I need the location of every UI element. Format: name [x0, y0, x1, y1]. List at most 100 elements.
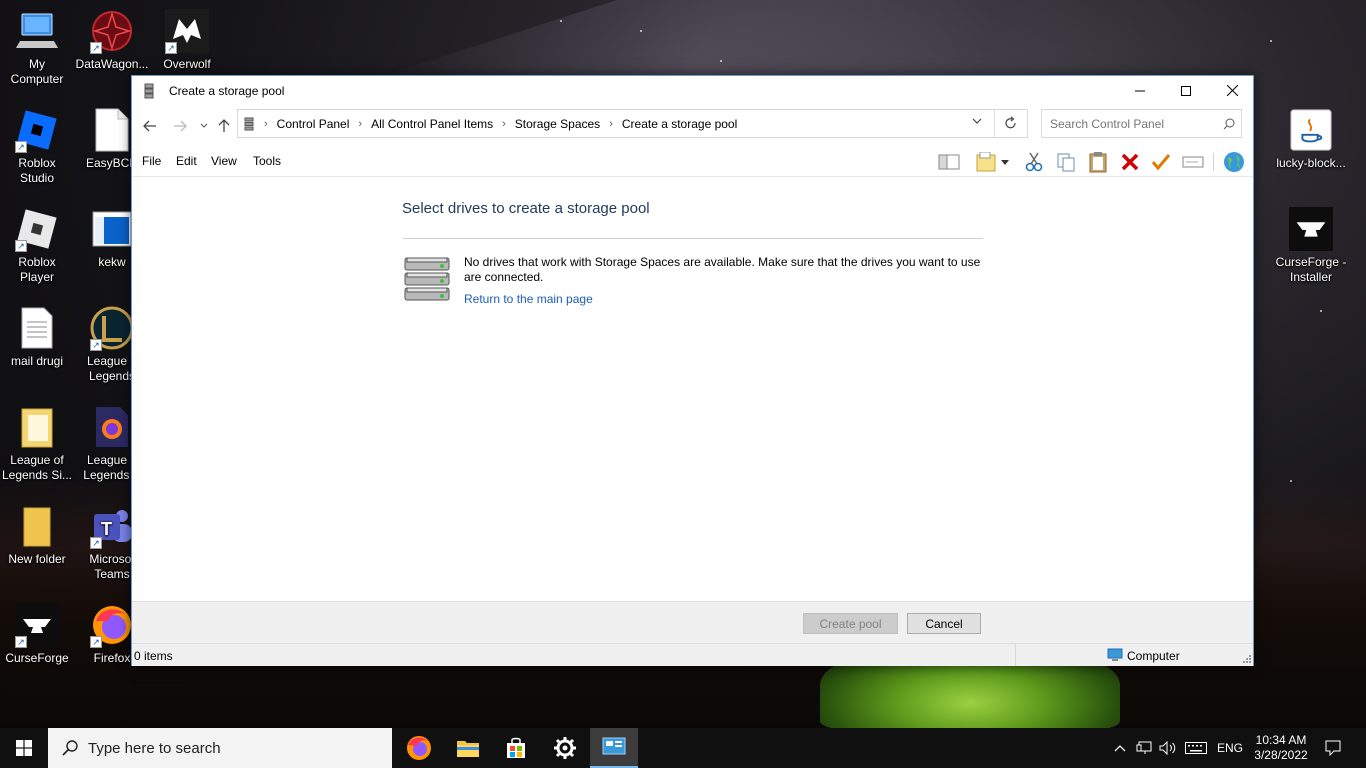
desktop-icon-label: Overwolf — [163, 57, 211, 71]
globe-icon[interactable] — [1222, 151, 1246, 173]
breadcrumb-separator-icon: › — [358, 117, 363, 130]
up-button[interactable] — [214, 116, 234, 136]
curseforge-icon — [1289, 206, 1333, 252]
taskbar-settings[interactable] — [541, 728, 589, 768]
shortcut-arrow-icon: ↗ — [15, 240, 27, 252]
properties-dropdown-icon[interactable] — [999, 151, 1011, 173]
shortcut-arrow-icon: ↗ — [90, 537, 102, 549]
breadcrumb-all-items[interactable]: All Control Panel Items — [371, 117, 493, 131]
document-icon — [90, 107, 134, 153]
back-button[interactable] — [140, 116, 160, 136]
show-hidden-icons-chevron-icon[interactable] — [1110, 728, 1130, 768]
shortcut-arrow-icon: ↗ — [165, 42, 177, 54]
start-button[interactable] — [0, 728, 48, 768]
storage-pool-window: Create a storage pool › Control Panel › … — [131, 75, 1254, 666]
search-placeholder: Search Control Panel — [1050, 116, 1165, 131]
page-heading: Select drives to create a storage pool — [402, 200, 650, 217]
taskbar-firefox[interactable] — [395, 728, 443, 768]
folder-icon — [15, 503, 59, 549]
menu-view[interactable]: View — [211, 154, 237, 168]
folder-icon — [457, 741, 479, 757]
close-button[interactable] — [1209, 76, 1255, 105]
paste-icon[interactable] — [1086, 151, 1110, 173]
menu-edit[interactable]: Edit — [176, 154, 197, 168]
address-divider — [994, 110, 995, 137]
desktop-icon-league-folder[interactable]: League of Legends Si... — [0, 404, 74, 483]
menu-tools[interactable]: Tools — [253, 154, 281, 168]
gear-icon — [554, 737, 576, 759]
desktop-icon-roblox-player[interactable]: ↗ Roblox Player — [0, 206, 74, 285]
desktop-icon-curseforge-installer[interactable]: CurseForge - Installer — [1274, 206, 1348, 285]
create-pool-button[interactable]: Create pool — [803, 613, 898, 634]
desktop-icon-new-folder[interactable]: New folder — [0, 503, 74, 567]
status-bar: 0 items Computer — [132, 643, 1253, 666]
store-icon — [507, 737, 525, 758]
folder-icon — [15, 404, 59, 450]
taskbar-search-placeholder: Type here to search — [88, 739, 221, 757]
menu-file[interactable]: File — [142, 154, 161, 168]
desktop-icon-mail-drugi[interactable]: mail drugi — [0, 305, 74, 369]
recent-locations-chevron-icon[interactable] — [194, 116, 214, 136]
delete-icon[interactable] — [1118, 151, 1142, 173]
breadcrumb-control-panel[interactable]: Control Panel — [277, 117, 350, 131]
status-divider — [1015, 644, 1016, 666]
clock[interactable]: 10:34 AM 3/28/2022 — [1248, 728, 1314, 768]
firefox-icon — [407, 736, 431, 760]
return-main-page-link[interactable]: Return to the main page — [464, 292, 593, 306]
address-bar[interactable]: › Control Panel › All Control Panel Item… — [237, 109, 1028, 138]
content-area: Select drives to create a storage pool N… — [132, 178, 1253, 601]
breadcrumb-storage-spaces[interactable]: Storage Spaces — [515, 117, 600, 131]
desktop-icon-overwolf[interactable]: ↗ Overwolf — [150, 8, 224, 72]
desktop-icon-datawagon[interactable]: ↗ DataWagon... — [75, 8, 149, 72]
computer-icon — [1107, 648, 1123, 662]
taskbar-file-explorer[interactable] — [444, 728, 492, 768]
desktop-icon-label: Roblox Studio — [18, 156, 56, 185]
rename-icon[interactable] — [1181, 151, 1205, 173]
svg-text:T: T — [101, 519, 112, 539]
breadcrumb-separator-icon: › — [264, 117, 268, 130]
taskbar-search-input[interactable]: Type here to search — [48, 728, 392, 768]
volume-icon[interactable] — [1157, 728, 1179, 768]
search-input[interactable]: Search Control Panel — [1041, 109, 1242, 138]
keyboard-icon[interactable] — [1182, 728, 1210, 768]
desktop-icon-label: New folder — [8, 552, 66, 566]
properties-icon[interactable] — [975, 151, 999, 173]
overwolf-icon: ↗ — [165, 8, 209, 54]
preview-pane-icon[interactable] — [937, 151, 961, 173]
copy-icon[interactable] — [1054, 151, 1078, 173]
desktop-icon-label: DataWagon... — [75, 57, 149, 71]
search-icon — [1223, 118, 1235, 130]
shortcut-arrow-icon: ↗ — [90, 636, 102, 648]
network-icon[interactable] — [1133, 728, 1155, 768]
breadcrumb-separator-icon: › — [502, 117, 506, 130]
title-bar[interactable]: Create a storage pool — [132, 76, 1253, 105]
toolbar-divider — [1213, 153, 1214, 171]
desktop-icon-my-computer[interactable]: My Computer — [0, 8, 74, 87]
cut-icon[interactable] — [1022, 151, 1046, 173]
heading-divider — [403, 238, 983, 239]
breadcrumb-create-pool[interactable]: Create a storage pool — [622, 117, 737, 131]
forward-button[interactable] — [170, 116, 190, 136]
minimize-button[interactable] — [1117, 76, 1163, 105]
desktop-icon-lucky-block[interactable]: lucky-block... — [1274, 107, 1348, 171]
league-icon: ↗ — [90, 305, 134, 351]
search-icon — [62, 740, 78, 756]
desktop-icon-curseforge[interactable]: ↗ CurseForge — [0, 602, 74, 666]
notification-icon[interactable] — [1318, 728, 1348, 768]
address-dropdown-icon[interactable] — [972, 118, 982, 125]
breadcrumb-separator-icon: › — [609, 117, 613, 130]
checkmark-icon[interactable] — [1149, 151, 1173, 173]
kekw-icon — [90, 206, 134, 252]
item-count: 0 items — [134, 649, 173, 663]
maximize-button[interactable] — [1163, 76, 1209, 105]
taskbar-control-panel[interactable] — [590, 728, 638, 768]
cancel-button[interactable]: Cancel — [907, 613, 981, 634]
resize-grip-icon[interactable] — [1243, 655, 1251, 663]
desktop-icon-label: CurseForge - Installer — [1275, 255, 1347, 284]
taskbar: Type here to search ENG 10:34 AM 3/28/20… — [0, 728, 1366, 768]
taskbar-store[interactable] — [492, 728, 540, 768]
refresh-icon[interactable] — [1004, 116, 1017, 130]
language-indicator[interactable]: ENG — [1212, 728, 1248, 768]
desktop-icon-roblox-studio[interactable]: ↗ Roblox Studio — [0, 107, 74, 186]
datawagon-icon: ↗ — [90, 8, 134, 54]
